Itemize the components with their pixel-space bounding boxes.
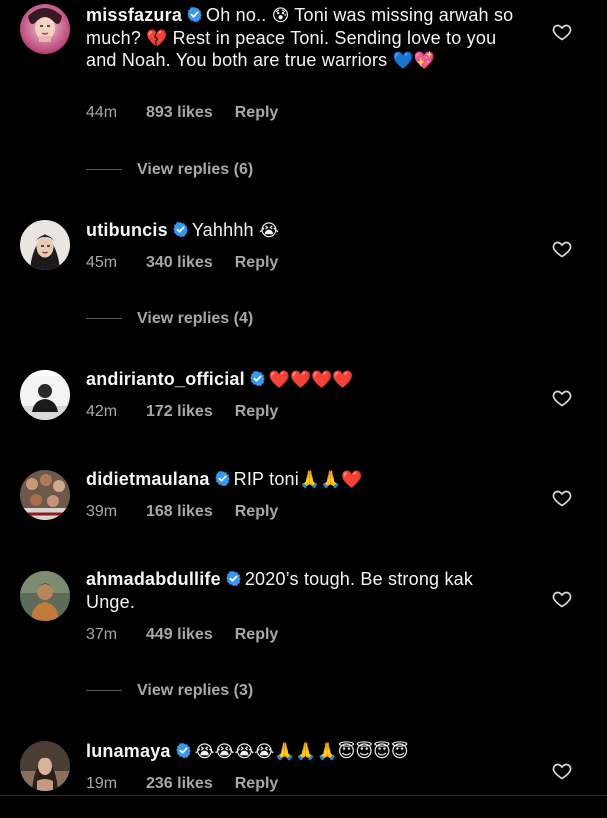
comment-text: lunamaya 😭😭😭😭🙏🙏🙏😇😇😇😇 (86, 740, 516, 763)
comment-time: 45m (86, 254, 118, 271)
likes-count[interactable]: 168 likes (146, 503, 213, 521)
view-replies-button[interactable]: View replies (4) (86, 310, 253, 332)
emoji: 🙏 (316, 742, 338, 761)
comment-text: ahmadabdullife 2020’s tough. Be strong ka… (86, 568, 516, 613)
comment-text: missfazura Oh no.. 😰 Toni was missing arw… (86, 4, 516, 72)
replies-rule (86, 169, 122, 171)
emoji: ❤️ (311, 370, 333, 389)
emoji: 🙏 (320, 470, 342, 489)
emoji: 🙏 (298, 470, 321, 489)
username[interactable]: didietmaulana (86, 469, 210, 489)
reply-button[interactable]: Reply (235, 403, 279, 421)
comment-meta: 19m 236 likes Reply (86, 775, 278, 793)
emoji: 💖 (413, 51, 435, 70)
avatar[interactable] (20, 741, 70, 791)
username[interactable]: ahmadabdullife (86, 569, 221, 589)
comment-meta: 45m 340 likes Reply (86, 254, 278, 272)
view-replies-button[interactable]: View replies (3) (86, 682, 253, 704)
comment-body-text: RIP toni (233, 469, 299, 489)
emoji: 😇 (373, 742, 391, 761)
comment-body-text: Oh no.. (206, 5, 272, 25)
reply-button[interactable]: Reply (235, 104, 279, 122)
view-replies-label: View replies (6) (137, 161, 254, 178)
avatar[interactable] (20, 4, 70, 54)
comment-body-text: Yahhhh (191, 220, 259, 240)
emoji: 🙏 (295, 742, 317, 761)
emoji: 🙏 (274, 742, 296, 761)
emoji: 😰 (271, 6, 290, 25)
verified-badge-icon (175, 742, 192, 759)
heart-outline-icon[interactable] (552, 239, 572, 259)
comments-list: missfazura Oh no.. 😰 Toni was missing arw… (0, 0, 607, 818)
username[interactable]: lunamaya (86, 741, 171, 761)
view-replies-label: View replies (3) (137, 682, 254, 699)
emoji: ❤️ (290, 370, 312, 389)
replies-rule (86, 318, 122, 320)
view-replies-button[interactable]: View replies (6) (86, 161, 253, 183)
likes-count[interactable]: 449 likes (146, 626, 213, 644)
replies-rule (86, 690, 122, 692)
avatar[interactable] (20, 571, 70, 621)
heart-outline-icon[interactable] (552, 22, 572, 42)
verified-badge-icon (172, 221, 189, 238)
heart-outline-icon[interactable] (552, 761, 572, 781)
emoji: ❤️ (341, 470, 363, 489)
comment-time: 39m (86, 503, 118, 520)
heart-outline-icon[interactable] (552, 488, 572, 508)
emoji: 😇 (337, 742, 356, 761)
avatar[interactable] (20, 470, 70, 520)
comment-time: 44m (86, 104, 118, 121)
emoji: 😭 (258, 221, 279, 240)
heart-outline-icon[interactable] (552, 589, 572, 609)
reply-button[interactable]: Reply (235, 775, 279, 793)
username[interactable]: utibuncis (86, 220, 168, 240)
likes-count[interactable]: 236 likes (146, 775, 213, 793)
username[interactable]: missfazura (86, 5, 182, 25)
emoji: 😇 (355, 742, 374, 761)
comment-time: 42m (86, 403, 118, 420)
comment-text: andirianto_official ❤️❤️❤️❤️ (86, 368, 516, 391)
likes-count[interactable]: 340 likes (146, 254, 213, 272)
avatar[interactable] (20, 370, 70, 420)
view-replies-label: View replies (4) (137, 310, 254, 327)
username[interactable]: andirianto_official (86, 369, 245, 389)
verified-badge-icon (225, 570, 242, 587)
comment-meta: 42m 172 likes Reply (86, 403, 278, 421)
reply-button[interactable]: Reply (235, 503, 279, 521)
comment-text: didietmaulana RIP toni🙏🙏❤️ (86, 468, 516, 491)
emoji: 😭 (214, 742, 235, 761)
heart-outline-icon[interactable] (552, 388, 572, 408)
comment-text: utibuncis Yahhhh 😭 (86, 219, 516, 242)
comment-meta: 39m 168 likes Reply (86, 503, 278, 521)
verified-badge-icon (214, 470, 231, 487)
emoji: 😭 (254, 742, 275, 761)
bottom-divider (0, 795, 607, 796)
emoji: 😭 (234, 742, 255, 761)
verified-badge-icon (186, 6, 203, 23)
comment-time: 37m (86, 626, 118, 643)
reply-button[interactable]: Reply (235, 254, 279, 272)
verified-badge-icon (249, 370, 266, 387)
likes-count[interactable]: 893 likes (146, 104, 213, 122)
emoji: ❤️ (268, 370, 290, 389)
avatar[interactable] (20, 220, 70, 270)
emoji: 😇 (390, 742, 409, 761)
comment-time: 19m (86, 775, 118, 792)
emoji: ❤️ (332, 370, 354, 389)
emoji: 💔 (146, 28, 168, 48)
likes-count[interactable]: 172 likes (146, 403, 213, 421)
comment-meta: 44m 893 likes Reply (86, 104, 278, 122)
comment-meta: 37m 449 likes Reply (86, 626, 278, 644)
emoji: 😭 (194, 742, 215, 761)
reply-button[interactable]: Reply (235, 626, 279, 644)
emoji: 💙 (392, 51, 414, 70)
